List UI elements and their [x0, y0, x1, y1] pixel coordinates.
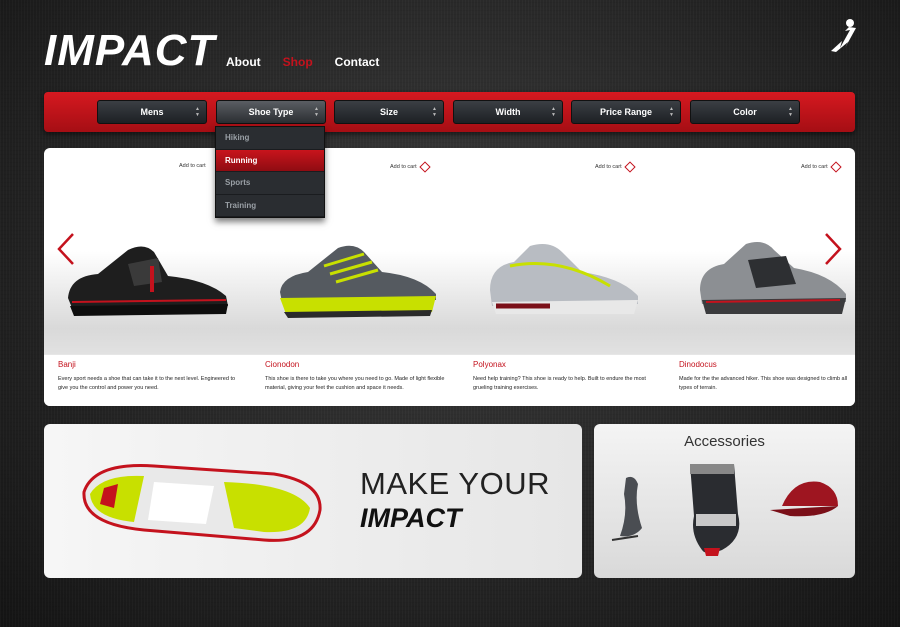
filter-label: Mens — [140, 107, 164, 117]
filter-label: Width — [495, 107, 521, 117]
filter-price-range[interactable]: Price Range ▲ ▼ — [571, 100, 681, 124]
add-to-cart-label: Add to cart — [595, 164, 622, 170]
shoe-sole-image — [82, 464, 322, 542]
shoe-image — [280, 245, 436, 318]
dropdown-option-training[interactable]: Training — [216, 195, 324, 217]
filter-label: Shoe Type — [248, 107, 294, 117]
sort-arrows-icon: ▲ ▼ — [551, 106, 556, 118]
dropdown-option-running[interactable]: Running — [216, 149, 324, 172]
brand-logo-icon[interactable] — [828, 18, 860, 54]
product-description: Need help training? This shoe is ready t… — [473, 376, 646, 391]
cap-image — [770, 481, 838, 517]
add-to-cart-button[interactable]: Add to cart — [179, 163, 206, 169]
product-card-dinodocus[interactable]: Add to cart Dinodocus Made for the the a… — [662, 148, 855, 406]
product-name[interactable]: Dinodocus — [679, 360, 717, 369]
accessories-title: Accessories — [684, 433, 765, 450]
promo-banner[interactable]: MAKE YOUR IMPACT — [44, 424, 582, 578]
filter-label: Price Range — [599, 107, 653, 117]
shoelace-image — [611, 476, 642, 541]
filter-shoe-type[interactable]: Shoe Type ▲ ▼ — [216, 100, 326, 124]
sort-arrows-icon: ▲ ▼ — [788, 106, 793, 118]
add-to-cart-button[interactable]: Add to cart — [595, 161, 636, 173]
product-card-polyonax[interactable]: Add to cart Polyonax Need help training?… — [456, 148, 662, 406]
add-to-cart-label: Add to cart — [801, 164, 828, 170]
filter-width[interactable]: Width ▲ ▼ — [453, 100, 563, 124]
accessories-image — [611, 464, 838, 556]
site-logo[interactable]: IMPACT — [44, 26, 215, 76]
accessories-panel[interactable]: Accessories — [594, 424, 855, 578]
diamond-icon — [623, 161, 636, 173]
product-name[interactable]: Cionodon — [265, 360, 299, 369]
filter-color[interactable]: Color ▲ ▼ — [690, 100, 800, 124]
nav-contact[interactable]: Contact — [335, 55, 380, 69]
dropdown-option-hiking[interactable]: Hiking — [216, 127, 324, 150]
product-name[interactable]: Banji — [58, 360, 76, 369]
shoe-image — [700, 242, 846, 314]
product-name[interactable]: Polyonax — [473, 360, 506, 369]
sort-arrows-icon: ▲ ▼ — [432, 106, 437, 118]
product-description: Every sport needs a shoe that can take i… — [58, 376, 236, 391]
add-to-cart-label: Add to cart — [179, 163, 206, 169]
shoe-image — [490, 244, 638, 314]
product-description: This shoe is there to take you where you… — [265, 376, 445, 391]
sort-arrows-icon: ▲ ▼ — [669, 106, 674, 118]
add-to-cart-button[interactable]: Add to cart — [801, 161, 842, 173]
promo-brand: IMPACT — [360, 503, 462, 533]
nav-shop[interactable]: Shop — [283, 55, 313, 69]
add-to-cart-label: Add to cart — [390, 164, 417, 170]
filter-size[interactable]: Size ▲ ▼ — [334, 100, 444, 124]
filter-label: Size — [379, 107, 398, 117]
main-nav: About Shop Contact — [226, 55, 379, 69]
filter-label: Color — [733, 107, 757, 117]
diamond-icon — [418, 161, 431, 173]
product-carousel: Add to cart Banji Every sport needs a sh… — [44, 148, 855, 406]
filter-bar: Mens ▲ ▼ Shoe Type ▲ ▼ Size ▲ ▼ Width ▲ ▼ Pr… — [44, 92, 855, 132]
filter-mens[interactable]: Mens ▲ ▼ — [97, 100, 207, 124]
shoe-type-dropdown: Hiking Running Sports Training — [215, 126, 325, 218]
shoe-image — [68, 246, 228, 316]
dropdown-option-sports[interactable]: Sports — [216, 172, 324, 195]
sock-image — [690, 464, 740, 556]
diamond-icon — [829, 161, 842, 173]
nav-about[interactable]: About — [226, 55, 261, 69]
product-description: Made for the the advanced hiker. This sh… — [679, 376, 848, 391]
sort-arrows-icon: ▲ ▼ — [314, 106, 319, 118]
add-to-cart-button[interactable]: Add to cart — [390, 161, 431, 173]
promo-headline: MAKE YOUR — [360, 466, 550, 501]
sort-arrows-icon: ▲ ▼ — [195, 106, 200, 118]
